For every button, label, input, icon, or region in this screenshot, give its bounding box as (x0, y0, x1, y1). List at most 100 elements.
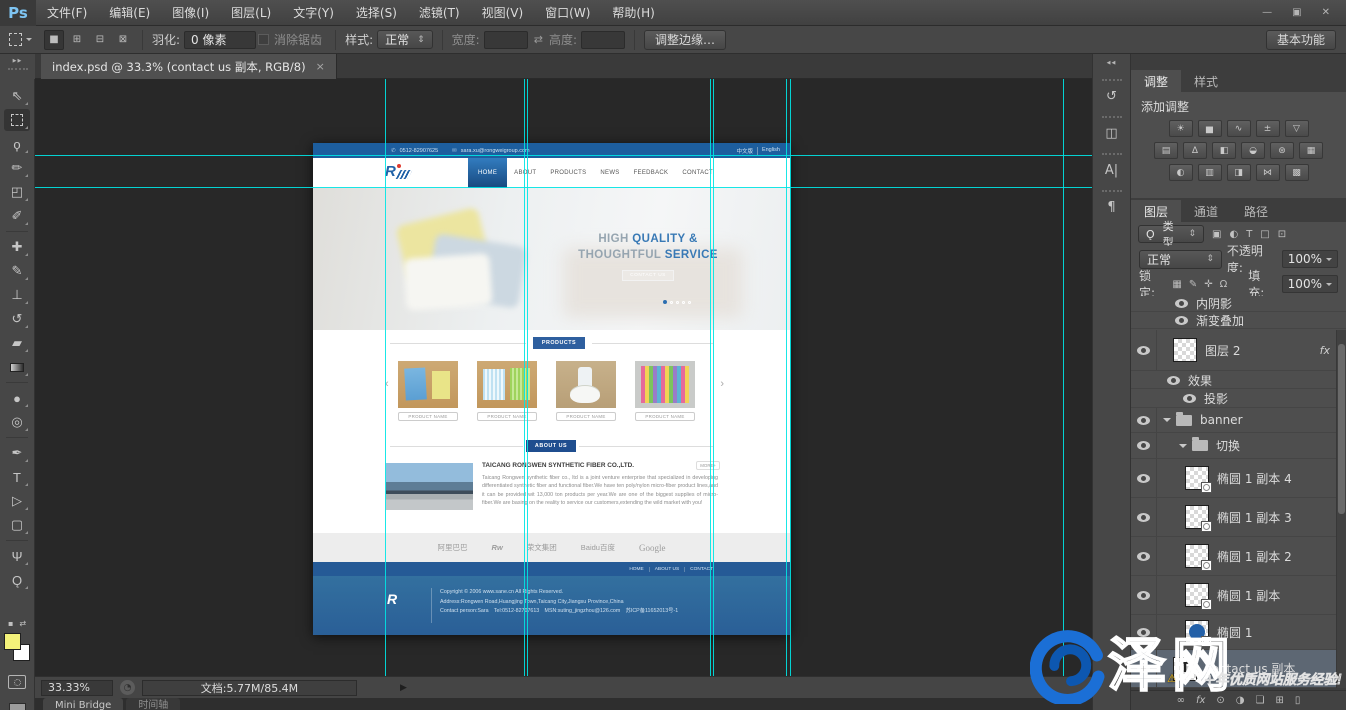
subtract-from-selection-button[interactable]: ⊟ (90, 30, 110, 50)
posterize-icon[interactable]: ▥ (1198, 164, 1222, 181)
gradient-tool[interactable] (4, 356, 30, 378)
status-expand-arrow[interactable]: ▶ (400, 683, 407, 693)
tab-adjustments[interactable]: 调整 (1131, 70, 1181, 92)
foreground-color-swatch[interactable] (4, 633, 21, 650)
type-tool[interactable]: T (4, 466, 30, 488)
layer-filter-dropdown[interactable]: Ǫ 类型 ⇕ (1138, 225, 1204, 243)
layers-scrollbar[interactable] (1336, 330, 1346, 688)
levels-icon[interactable]: ▅ (1198, 120, 1222, 137)
layer-row[interactable]: 椭圆 1 副本 4 (1131, 459, 1346, 498)
refine-edge-button[interactable]: 调整边缘… (644, 30, 726, 50)
quick-mask-button[interactable] (8, 675, 26, 689)
tab-timeline[interactable]: 时间轴 (126, 698, 180, 710)
selected-layer-row[interactable]: T ⚠ contact us 副本 (1131, 650, 1346, 688)
color-swatches[interactable] (3, 633, 31, 661)
lock-all-icon[interactable]: Ω (1220, 279, 1228, 290)
fill-value[interactable]: 100% (1282, 275, 1338, 293)
text-layer-thumbnail[interactable]: T ⚠ (1173, 657, 1197, 681)
brush-tool[interactable]: ✎ (4, 260, 30, 282)
layer-row[interactable]: 椭圆 1 副本 2 (1131, 537, 1346, 576)
expand-triangle-icon[interactable] (1179, 444, 1187, 452)
hue-saturation-icon[interactable]: ▤ (1154, 142, 1178, 159)
curves-icon[interactable]: ∿ (1227, 120, 1251, 137)
visibility-eye-icon[interactable] (1183, 394, 1196, 403)
visibility-toggle[interactable] (1131, 433, 1157, 458)
selective-color-icon[interactable]: ▩ (1285, 164, 1309, 181)
menu-file[interactable]: 文件(F) (36, 0, 98, 26)
lock-image-pixels-icon[interactable]: ✎ (1189, 279, 1197, 290)
layer-row[interactable]: 椭圆 1 (1131, 615, 1346, 650)
gradient-map-icon[interactable]: ⋈ (1256, 164, 1280, 181)
tab-channels[interactable]: 通道 (1181, 200, 1231, 222)
feather-input[interactable]: 0 像素 (184, 31, 256, 49)
lasso-tool[interactable]: ϙ (4, 133, 30, 155)
menu-view[interactable]: 视图(V) (471, 0, 535, 26)
swap-dimensions-icon[interactable]: ⇄ (534, 33, 543, 46)
tab-mini-bridge[interactable]: Mini Bridge (43, 698, 123, 710)
document-tab[interactable]: index.psd @ 33.3% (contact us 副本, RGB/8)… (41, 54, 337, 79)
visibility-eye-icon[interactable] (1175, 316, 1188, 325)
photo-filter-icon[interactable]: ◒ (1241, 142, 1265, 159)
menu-type[interactable]: 文字(Y) (282, 0, 345, 26)
new-group-icon[interactable]: ❏ (1256, 695, 1265, 706)
pen-tool[interactable]: ✒ (4, 442, 30, 464)
visibility-toggle[interactable] (1131, 408, 1157, 432)
visibility-toggle[interactable] (1131, 330, 1157, 370)
scrollbar-thumb[interactable] (1338, 344, 1345, 514)
antialias-checkbox[interactable] (258, 34, 269, 45)
eraser-tool[interactable]: ▰ (4, 332, 30, 354)
add-layer-mask-icon[interactable]: ⊙ (1216, 695, 1224, 706)
minimize-button[interactable]: — (1262, 7, 1272, 18)
effects-header-row[interactable]: 效果 (1131, 372, 1346, 389)
paragraph-panel-button[interactable]: ¶ (1100, 190, 1124, 218)
width-input[interactable] (484, 31, 528, 49)
character-panel-button[interactable]: A| (1100, 153, 1124, 181)
color-balance-icon[interactable]: Δ (1183, 142, 1207, 159)
visibility-toggle[interactable] (1131, 576, 1157, 614)
menu-help[interactable]: 帮助(H) (601, 0, 665, 26)
menu-filter[interactable]: 滤镜(T) (408, 0, 471, 26)
workspace-switcher-button[interactable]: 基本功能 (1266, 30, 1336, 50)
filter-pixel-layers-icon[interactable]: ▣ (1212, 229, 1221, 240)
eyedropper-tool[interactable]: ✐ (4, 205, 30, 227)
move-tool[interactable]: ⇖ (4, 85, 30, 107)
tab-paths[interactable]: 路径 (1231, 200, 1281, 222)
tab-styles[interactable]: 样式 (1181, 70, 1231, 92)
shape-layer-thumbnail[interactable] (1185, 583, 1209, 607)
layer-effect-row[interactable]: 渐变叠加 (1131, 312, 1346, 329)
visibility-toggle[interactable] (1131, 615, 1157, 649)
intersect-selection-button[interactable]: ⊠ (113, 30, 133, 50)
filter-smart-objects-icon[interactable]: ⊡ (1278, 229, 1286, 240)
visibility-eye-icon[interactable] (1167, 376, 1180, 385)
history-panel-button[interactable]: ↺ (1100, 79, 1124, 107)
layer-style-icon[interactable]: fx (1196, 695, 1205, 706)
path-selection-tool[interactable]: ▷ (4, 490, 30, 512)
layer-group-row[interactable]: banner (1131, 408, 1346, 433)
menu-edit[interactable]: 编辑(E) (98, 0, 161, 26)
layer-row[interactable]: 椭圆 1 副本 3 (1131, 498, 1346, 537)
canvas-area[interactable]: ✆ 0512-82907625 ✉ sara.xu@rongweigroup.c… (35, 79, 1092, 676)
layer-thumbnail[interactable] (1173, 338, 1197, 362)
lock-transparent-pixels-icon[interactable]: ▦ (1172, 279, 1181, 290)
filter-adjustment-layers-icon[interactable]: ◐ (1229, 229, 1238, 240)
filter-shape-layers-icon[interactable]: □ (1260, 229, 1269, 240)
tool-preset-picker[interactable] (9, 33, 32, 46)
close-button[interactable]: ✕ (1322, 7, 1330, 18)
zoom-tool[interactable]: Ǫ (4, 569, 30, 591)
crop-tool[interactable]: ◰ (4, 181, 30, 203)
layer-group-row[interactable]: 切换 (1131, 433, 1346, 459)
clone-stamp-tool[interactable]: ⊥ (4, 284, 30, 306)
color-lookup-icon[interactable]: ▦ (1299, 142, 1323, 159)
shape-layer-thumbnail[interactable] (1185, 466, 1209, 490)
blur-tool[interactable]: ● (4, 387, 30, 409)
filter-type-layers-icon[interactable]: T (1246, 229, 1252, 240)
lock-position-icon[interactable]: ✛ (1204, 279, 1212, 290)
history-brush-tool[interactable]: ↺ (4, 308, 30, 330)
visibility-toggle[interactable] (1131, 498, 1157, 536)
exposure-icon[interactable]: ± (1256, 120, 1280, 137)
default-swap-colors-icons[interactable]: ▪⇄ (8, 619, 26, 628)
healing-brush-tool[interactable]: ✚ (4, 236, 30, 258)
quick-selection-tool[interactable]: ✏ (4, 157, 30, 179)
screen-mode-button[interactable] (9, 703, 26, 710)
height-input[interactable] (581, 31, 625, 49)
